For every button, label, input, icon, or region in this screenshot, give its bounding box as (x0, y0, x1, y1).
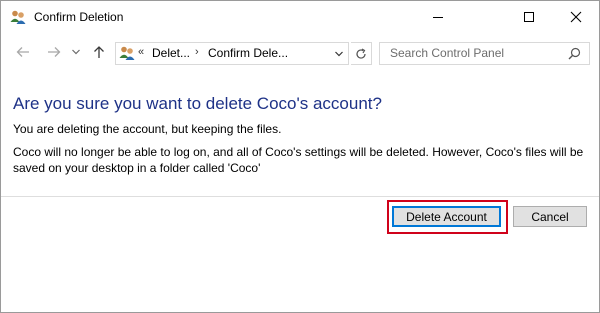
description-text: Coco will no longer be able to log on, a… (13, 145, 584, 175)
title-bar: Confirm Deletion (1, 1, 599, 33)
back-arrow-icon (16, 47, 29, 57)
window-title: Confirm Deletion (34, 10, 124, 24)
address-dropdown-button[interactable] (331, 42, 347, 65)
back-button[interactable] (13, 38, 33, 66)
breadcrumb-item[interactable]: Confirm Dele... (208, 46, 288, 60)
up-arrow-icon (94, 46, 104, 58)
up-button[interactable] (90, 38, 108, 66)
breadcrumb-separator-icon[interactable]: › (195, 46, 199, 58)
breadcrumb-item[interactable]: Delet... (152, 46, 190, 60)
chevron-down-icon (335, 51, 343, 56)
recent-locations-button[interactable] (69, 38, 83, 66)
confirm-deletion-window: Confirm Deletion « Delet... › Confirm De… (0, 0, 600, 313)
page-title: Are you sure you want to delete Coco's a… (13, 94, 382, 113)
users-icon (10, 9, 26, 25)
close-icon (570, 11, 582, 23)
forward-button[interactable] (44, 38, 64, 66)
control-panel-icon (119, 45, 135, 61)
delete-account-button[interactable]: Delete Account (392, 206, 501, 227)
maximize-icon (524, 12, 534, 22)
close-button[interactable] (553, 1, 599, 33)
forward-arrow-icon (48, 47, 61, 57)
chevron-down-icon (72, 49, 80, 55)
maximize-button[interactable] (506, 1, 552, 33)
search-icon[interactable] (568, 47, 581, 65)
refresh-button[interactable] (351, 42, 372, 65)
subtitle-text: You are deleting the account, but keepin… (13, 122, 282, 136)
search-placeholder: Search Control Panel (390, 46, 505, 60)
breadcrumb-overflow[interactable]: « (138, 46, 144, 58)
navigation-bar: « Delet... › Confirm Dele... Search Cont… (1, 38, 599, 66)
address-bar[interactable]: « Delet... › Confirm Dele... (115, 42, 349, 65)
minimize-icon (433, 17, 443, 18)
cancel-button[interactable]: Cancel (513, 206, 587, 227)
refresh-icon (356, 47, 366, 59)
minimize-button[interactable] (415, 1, 461, 33)
divider (1, 196, 599, 197)
search-input[interactable]: Search Control Panel (379, 42, 590, 65)
